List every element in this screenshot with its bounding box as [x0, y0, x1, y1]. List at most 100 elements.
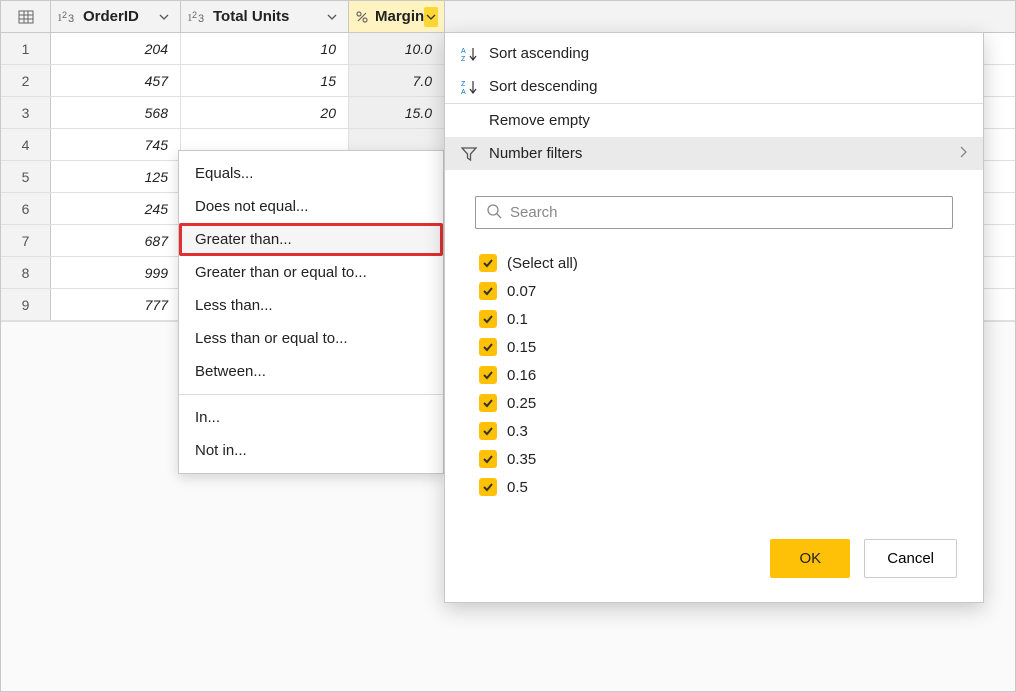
filter-less-or-equal[interactable]: Less than or equal to...	[179, 322, 443, 355]
svg-text:2: 2	[62, 10, 67, 20]
cell-orderid[interactable]: 125	[51, 161, 181, 192]
filter-value-label: 0.35	[507, 451, 536, 468]
row-number: 7	[1, 225, 51, 256]
filter-greater-than[interactable]: Greater than...	[179, 223, 443, 256]
filter-value-item[interactable]: 0.3	[479, 417, 953, 445]
number-type-icon: 123	[57, 10, 77, 24]
cell-orderid[interactable]: 204	[51, 33, 181, 64]
filter-value-item[interactable]: 0.5	[479, 473, 953, 501]
filter-value-item[interactable]: 0.16	[479, 361, 953, 389]
column-filter-panel: AZ Sort ascending ZA Sort descending Rem…	[444, 32, 984, 603]
filter-between[interactable]: Between...	[179, 355, 443, 388]
cell-orderid[interactable]: 687	[51, 225, 181, 256]
filter-equals[interactable]: Equals...	[179, 157, 443, 190]
filter-value-item[interactable]: 0.35	[479, 445, 953, 473]
column-label: Total Units	[213, 8, 322, 25]
cell-orderid[interactable]: 999	[51, 257, 181, 288]
filter-value-label: 0.3	[507, 423, 528, 440]
column-dropdown-button[interactable]	[154, 7, 174, 27]
checkbox-checked-icon[interactable]	[479, 338, 497, 356]
filter-value-label: 0.5	[507, 479, 528, 496]
filter-greater-or-equal[interactable]: Greater than or equal to...	[179, 256, 443, 289]
column-label: Margin	[375, 8, 424, 25]
filter-not-in[interactable]: Not in...	[179, 434, 443, 467]
filter-icon	[461, 146, 489, 162]
checkbox-checked-icon[interactable]	[479, 478, 497, 496]
row-number: 3	[1, 97, 51, 128]
number-filters-label: Number filters	[489, 145, 582, 162]
column-header-totalunits[interactable]: 123 Total Units	[181, 1, 349, 32]
column-dropdown-button-active[interactable]	[424, 7, 438, 27]
row-number: 2	[1, 65, 51, 96]
chevron-right-icon	[959, 145, 967, 162]
checkbox-checked-icon[interactable]	[479, 394, 497, 412]
cell-margin[interactable]: 7.0	[349, 65, 445, 96]
filter-value-list: (Select all) 0.07 0.1 0.15 0.16 0.25 0.3 0.35 0…	[475, 249, 953, 501]
cell-margin[interactable]: 15.0	[349, 97, 445, 128]
svg-text:2: 2	[192, 10, 197, 20]
row-number: 8	[1, 257, 51, 288]
remove-empty[interactable]: Remove empty	[445, 104, 983, 137]
sort-ascending-icon: AZ	[461, 46, 489, 62]
svg-text:Z: Z	[461, 81, 466, 88]
cell-totalunits[interactable]: 15	[181, 65, 349, 96]
sort-ascending[interactable]: AZ Sort ascending	[445, 37, 983, 70]
panel-body: (Select all) 0.07 0.1 0.15 0.16 0.25 0.3 0.35 0…	[445, 174, 983, 519]
filter-value-item[interactable]: 0.07	[479, 277, 953, 305]
percent-type-icon	[355, 10, 369, 24]
row-number: 6	[1, 193, 51, 224]
number-filters[interactable]: Number filters	[445, 137, 983, 170]
cell-orderid[interactable]: 457	[51, 65, 181, 96]
filter-value-item[interactable]: 0.15	[479, 333, 953, 361]
filter-less-than[interactable]: Less than...	[179, 289, 443, 322]
table-icon	[18, 9, 34, 25]
select-all-item[interactable]: (Select all)	[479, 249, 953, 277]
column-header-margin[interactable]: Margin	[349, 1, 445, 32]
number-type-icon: 123	[187, 10, 207, 24]
column-header-orderid[interactable]: 123 OrderID	[51, 1, 181, 32]
search-input[interactable]	[510, 204, 942, 221]
panel-footer: OK Cancel	[445, 519, 983, 602]
search-box[interactable]	[475, 196, 953, 229]
filter-value-label: 0.25	[507, 395, 536, 412]
filter-value-label: 0.1	[507, 311, 528, 328]
checkbox-checked-icon[interactable]	[479, 366, 497, 384]
svg-text:Z: Z	[461, 56, 466, 62]
cell-orderid[interactable]: 245	[51, 193, 181, 224]
cell-orderid[interactable]: 777	[51, 289, 181, 320]
cell-totalunits[interactable]: 20	[181, 97, 349, 128]
row-number: 9	[1, 289, 51, 320]
table-corner-cell[interactable]	[1, 1, 51, 32]
grid-header-row: 123 OrderID 123 Total Units Margin	[1, 1, 1015, 33]
sort-descending-label: Sort descending	[489, 78, 597, 95]
filter-value-item[interactable]: 0.1	[479, 305, 953, 333]
checkbox-checked-icon[interactable]	[479, 310, 497, 328]
filter-does-not-equal[interactable]: Does not equal...	[179, 190, 443, 223]
filter-value-label: 0.16	[507, 367, 536, 384]
cancel-button[interactable]: Cancel	[864, 539, 957, 578]
filter-value-item[interactable]: 0.25	[479, 389, 953, 417]
remove-empty-label: Remove empty	[489, 112, 590, 129]
filter-in[interactable]: In...	[179, 401, 443, 434]
checkbox-checked-icon[interactable]	[479, 422, 497, 440]
checkbox-checked-icon[interactable]	[479, 254, 497, 272]
cell-orderid[interactable]: 745	[51, 129, 181, 160]
cell-orderid[interactable]: 568	[51, 97, 181, 128]
svg-text:A: A	[461, 89, 466, 95]
sort-descending[interactable]: ZA Sort descending	[445, 70, 983, 103]
filter-value-label: 0.15	[507, 339, 536, 356]
checkbox-checked-icon[interactable]	[479, 282, 497, 300]
svg-text:A: A	[461, 48, 466, 55]
checkbox-checked-icon[interactable]	[479, 450, 497, 468]
sort-ascending-label: Sort ascending	[489, 45, 589, 62]
select-all-label: (Select all)	[507, 255, 578, 272]
panel-actions: AZ Sort ascending ZA Sort descending Rem…	[445, 33, 983, 174]
column-label: OrderID	[83, 8, 154, 25]
ok-button[interactable]: OK	[770, 539, 850, 578]
cell-totalunits[interactable]: 10	[181, 33, 349, 64]
filter-value-label: 0.07	[507, 283, 536, 300]
number-filters-submenu: Equals... Does not equal... Greater than…	[178, 150, 444, 474]
cell-margin[interactable]: 10.0	[349, 33, 445, 64]
column-dropdown-button[interactable]	[322, 7, 342, 27]
header-filler	[445, 1, 1015, 32]
